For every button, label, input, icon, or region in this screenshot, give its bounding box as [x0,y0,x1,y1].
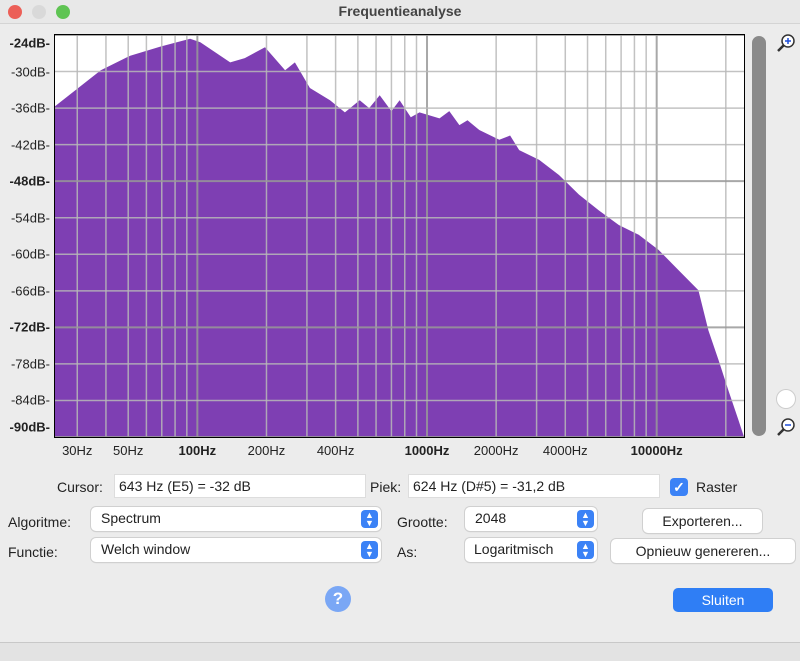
axis-label: As: [397,544,418,560]
size-value: 2048 [475,510,507,526]
y-tick-label: -84dB- [10,392,50,408]
y-tick-label: -78dB- [10,356,50,372]
close-button[interactable]: Sluiten [673,588,773,612]
y-tick-label: -66dB- [10,283,50,299]
y-tick-label: -30dB- [10,64,50,80]
x-tick-label: 30Hz [62,443,93,458]
x-tick-label: 4000Hz [542,443,588,458]
zoom-out-icon[interactable] [776,417,796,440]
function-label: Functie: [8,544,58,560]
y-tick-label: -90dB- [9,419,50,435]
cursor-label: Cursor: [57,479,103,495]
grid-label: Raster [696,479,738,495]
cursor-field[interactable]: 643 Hz (E5) = -32 dB [114,474,366,498]
x-tick-label: 400Hz [316,443,355,458]
algorithm-select[interactable]: Spectrum ▲ ▼ [91,507,381,531]
size-select[interactable]: 2048 ▲ ▼ [465,507,597,531]
spectrum-chart [55,34,744,438]
y-tick-label: -54dB- [10,210,50,226]
chevron-updown-icon: ▲ ▼ [361,510,378,528]
zoom-slider-thumb[interactable] [777,390,795,408]
help-button[interactable]: ? [325,586,351,612]
chevron-updown-icon: ▲ ▼ [577,541,594,559]
function-value: Welch window [101,541,191,557]
peak-label: Piek: [370,479,402,495]
peak-field[interactable]: 624 Hz (D#5) = -31,2 dB [408,474,660,498]
y-tick-label: -36dB- [10,100,50,116]
y-tick-label: -48dB- [9,173,50,189]
regenerate-button[interactable]: Opnieuw genereren... [611,539,795,563]
algorithm-value: Spectrum [101,510,161,526]
x-tick-label: 100Hz [178,443,217,458]
x-tick-label: 1000Hz [404,443,450,458]
x-tick-label: 10000Hz [630,443,683,458]
title-bar: Frequentieanalyse [0,0,800,24]
chevron-updown-icon: ▲ ▼ [577,510,594,528]
grid-checkbox[interactable]: ✓ [670,478,688,496]
spectrum-plot[interactable] [54,34,745,438]
size-label: Grootte: [397,514,448,530]
axis-value: Logaritmisch [474,541,554,557]
algorithm-label: Algoritme: [8,514,72,530]
x-tick-label: 50Hz [113,443,144,458]
chevron-updown-icon: ▲ ▼ [361,541,378,559]
zoom-in-icon[interactable] [776,33,796,58]
spectrum-area [55,38,744,437]
x-tick-label: 2000Hz [473,443,519,458]
zoom-slider-track[interactable] [752,36,766,436]
status-bar [0,642,800,661]
export-button[interactable]: Exporteren... [643,509,762,533]
y-tick-label: -24dB- [9,35,50,51]
axis-select[interactable]: Logaritmisch ▲ ▼ [465,538,597,562]
function-select[interactable]: Welch window ▲ ▼ [91,538,381,562]
y-tick-label: -72dB- [9,319,50,335]
x-tick-label: 200Hz [247,443,286,458]
window-title: Frequentieanalyse [338,3,462,19]
y-tick-label: -42dB- [10,137,50,153]
y-tick-label: -60dB- [10,246,50,262]
